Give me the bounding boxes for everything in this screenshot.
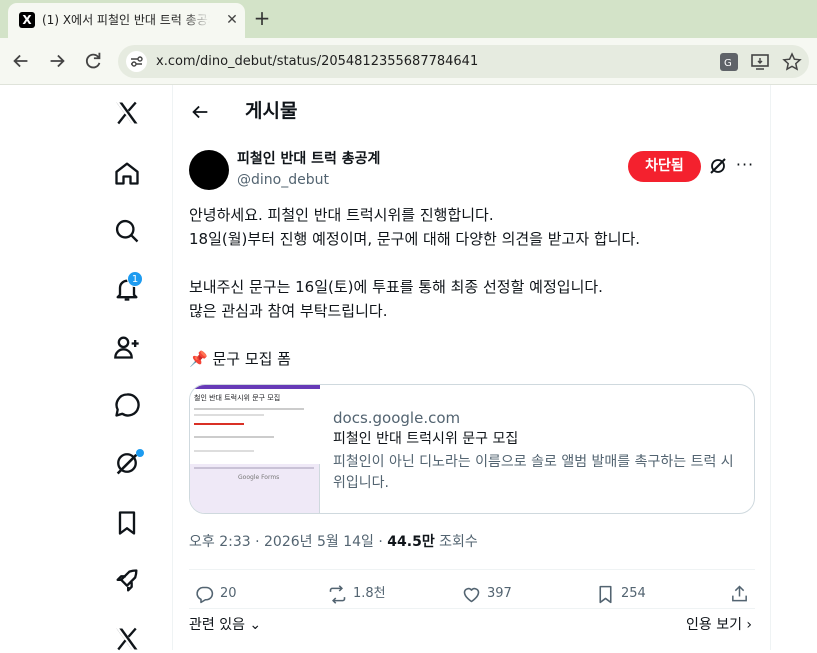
- address-bar[interactable]: x.com/dino_debut/status/2054812355687784…: [118, 45, 809, 78]
- heart-icon: [463, 587, 480, 603]
- translate-icon[interactable]: G: [719, 52, 739, 72]
- x-premium-icon[interactable]: [113, 625, 141, 653]
- grok-explain-icon[interactable]: [708, 156, 728, 176]
- reload-icon[interactable]: [82, 50, 104, 72]
- rocket-icon[interactable]: [113, 567, 141, 595]
- post-metadata: 오후 2:33 · 2026년 5월 14일 · 44.5만 조회수: [189, 534, 478, 550]
- more-options-icon[interactable]: ···: [735, 156, 755, 176]
- like-count: 397: [487, 586, 512, 601]
- chevron-right-icon: ›: [741, 617, 753, 633]
- left-navigation: [0, 85, 172, 653]
- bookmark-count: 254: [621, 586, 646, 601]
- card-domain: docs.google.com: [333, 409, 461, 427]
- search-icon[interactable]: [113, 217, 141, 245]
- reply-count: 20: [220, 586, 237, 601]
- blocked-button[interactable]: 차단됨: [628, 151, 701, 182]
- google-forms-brand: Google Forms: [238, 474, 280, 481]
- browser-toolbar: x.com/dino_debut/status/2054812355687784…: [0, 38, 817, 85]
- notification-count-badge: 1: [127, 271, 143, 287]
- divider: [189, 608, 755, 609]
- home-icon[interactable]: [113, 159, 141, 187]
- bookmarks-icon[interactable]: [113, 509, 141, 537]
- follow-people-icon[interactable]: [113, 333, 141, 361]
- post-text: 안녕하세요. 피철인 반대 트럭시위를 진행합니다. 18일(월)부터 진행 예…: [189, 203, 759, 323]
- post-line: 많은 관심과 참여 부탁드립니다.: [189, 302, 388, 320]
- card-thumbnail: 철인 반대 트럭시위 문구 모집 Google Forms: [190, 385, 320, 513]
- site-settings-icon[interactable]: [126, 51, 147, 72]
- grok-new-dot: [136, 449, 144, 457]
- back-arrow-icon[interactable]: [189, 101, 211, 123]
- post-line: 보내주신 문구는 16일(토)에 투표를 통해 최종 선정할 예정입니다.: [189, 278, 603, 296]
- chevron-down-icon: ⌄: [244, 617, 262, 633]
- card-description: 피철인이 아닌 디노라는 이름으로 솔로 앨범 발매를 촉구하는 트럭 시위입니…: [333, 454, 734, 491]
- repost-count: 1.8천: [353, 586, 386, 601]
- close-tab-icon[interactable]: ✕: [223, 11, 241, 29]
- post-line: 18일(월)부터 진행 예정이며, 문구에 대해 다양한 의견을 받고자 합니다…: [189, 230, 641, 248]
- author-name[interactable]: 피철인 반대 트럭 총공계: [237, 150, 380, 168]
- related-label: 관련 있음: [189, 617, 245, 633]
- x-logo-icon[interactable]: [113, 99, 141, 127]
- install-app-icon[interactable]: [750, 52, 770, 72]
- messages-icon[interactable]: [113, 391, 141, 419]
- post-detail-column: 게시물 피철인 반대 트럭 총공계 @dino_debut 차단됨 ··· 안녕…: [172, 85, 771, 650]
- url-text: x.com/dino_debut/status/2054812355687784…: [156, 54, 479, 69]
- post-time[interactable]: 오후 2:33: [189, 534, 251, 550]
- author-handle[interactable]: @dino_debut: [237, 171, 329, 189]
- post-line: [189, 251, 759, 275]
- reply-icon: [196, 586, 214, 604]
- thumb-title: 철인 반대 트럭시위 문구 모집: [194, 394, 281, 402]
- link-preview-card[interactable]: 철인 반대 트럭시위 문구 모집 Google Forms docs.googl…: [189, 384, 755, 514]
- related-toggle[interactable]: 관련 있음 ⌄: [189, 615, 261, 635]
- share-icon[interactable]: [729, 584, 750, 604]
- browser-tabbar: X (1) X에서 피철인 반대 트럭 총공계 ✕ +: [0, 0, 817, 38]
- form-link-label: 📌 문구 모집 폼: [189, 350, 291, 368]
- post-date[interactable]: 2026년 5월 14일: [264, 534, 374, 550]
- post-line: 안녕하세요. 피철인 반대 트럭시위를 진행합니다.: [189, 206, 494, 224]
- back-arrow-icon[interactable]: [10, 50, 32, 72]
- svg-text:G: G: [724, 58, 732, 69]
- x-favicon-icon: X: [19, 12, 35, 28]
- card-title: 피철인 반대 트럭시위 문구 모집: [333, 431, 519, 447]
- repost-icon: [329, 585, 346, 604]
- view-count: 44.5만: [387, 534, 435, 550]
- page-title: 게시물: [245, 100, 298, 122]
- forward-arrow-icon[interactable]: [46, 50, 68, 72]
- new-tab-button[interactable]: +: [251, 7, 273, 29]
- avatar[interactable]: [189, 150, 229, 190]
- bookmark-star-icon[interactable]: [782, 52, 802, 72]
- view-count-label: 조회수: [439, 534, 478, 550]
- quotes-link[interactable]: 인용 보기 ›: [686, 615, 752, 635]
- divider: [189, 569, 755, 570]
- quotes-label: 인용 보기: [686, 617, 742, 633]
- bookmark-icon: [599, 585, 612, 604]
- tab-title: (1) X에서 피철인 반대 트럭 총공계: [42, 13, 210, 27]
- browser-tab[interactable]: X (1) X에서 피철인 반대 트럭 총공계 ✕: [8, 3, 245, 38]
